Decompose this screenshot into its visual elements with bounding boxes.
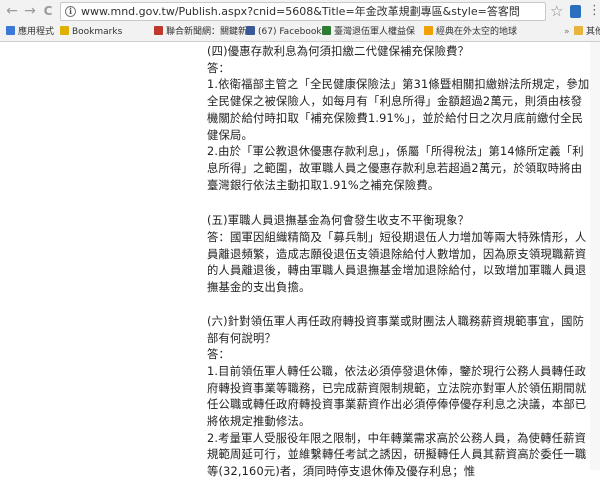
bookmark-apps[interactable]: 應用程式	[6, 26, 54, 39]
bookmark-udn[interactable]: 聯合新聞網：關鍵新	[154, 26, 247, 39]
apps-icon	[6, 26, 15, 35]
question-title: (五)軍職人員退撫基金為何會發生收支不平衡現象？	[207, 214, 470, 228]
bookmark-earth[interactable]: 經典在外太空的地球	[424, 26, 517, 39]
back-button[interactable]: ←	[4, 3, 20, 19]
answer-paragraph: 1.依衛福部主管之「全民健康保險法」第31條暨相關扣繳辦法所規定，參加全民健保之…	[207, 78, 590, 142]
url-text[interactable]: www.mnd.gov.tw/Publish.aspx?cnid=5608&Ti…	[81, 5, 520, 19]
star-folder-icon	[60, 26, 69, 35]
browser-toolbar: ← → C i www.mnd.gov.tw/Publish.aspx?cnid…	[0, 0, 600, 25]
info-icon[interactable]: i	[65, 6, 76, 17]
article-body: (四)優惠存款利息為何須扣繳二代健保補充保險費？ 答： 1.依衛福部主管之「全民…	[207, 44, 593, 481]
bookmark-label: (67) Facebook	[258, 27, 322, 37]
folder-icon	[574, 26, 583, 35]
bookmark-label: 應用程式	[18, 27, 55, 37]
bookmark-star-icon[interactable]: ☆	[550, 3, 563, 19]
site-favicon-icon	[322, 26, 331, 35]
bookmark-facebook[interactable]: (67) Facebook	[246, 26, 322, 39]
answer-label: 答：	[207, 348, 230, 362]
bookmark-veterans[interactable]: 臺灣退伍軍人權益保	[322, 26, 415, 39]
question-title: (六)針對領伍軍人再任政府轉投資事業或財團法人職務薪資規範事宜，國防部有何說明？	[207, 314, 585, 345]
answer-label: 答：	[207, 61, 230, 75]
other-bookmarks[interactable]: 其他書籤	[574, 26, 600, 39]
bookmark-label: 經典在外太空的地球	[436, 27, 518, 37]
answer-paragraph: 2.由於「軍公教退休優惠存款利息」，係屬「所得稅法」第14條所定義「利息所得」之…	[207, 145, 584, 192]
bookmark-bookmarks[interactable]: Bookmarks	[60, 26, 122, 39]
bookmark-label: 其他書籤	[586, 27, 600, 37]
address-bar[interactable]: i www.mnd.gov.tw/Publish.aspx?cnid=5608&…	[60, 2, 546, 21]
bookmark-label: Bookmarks	[72, 27, 123, 37]
answer-paragraph: 1.目前領伍軍人轉任公職，依法必須停發退休俸，鑒於現行公務人員轉任政府轉投資事業…	[207, 364, 587, 429]
bookmark-label: 聯合新聞網：關鍵新	[166, 27, 248, 37]
answer-paragraph: 答：國軍因組織精簡及「募兵制」短役期退伍人力增加等兩大特殊情形，人員離退頻繁，造…	[207, 231, 587, 295]
browser-menu-icon[interactable]: ⋮	[588, 4, 600, 18]
site-favicon-icon	[154, 26, 163, 35]
facebook-icon	[246, 26, 255, 35]
reload-button[interactable]: C	[40, 3, 56, 19]
question-title: (四)優惠存款利息為何須扣繳二代健保補充保險費？	[207, 45, 470, 58]
site-favicon-icon	[424, 26, 433, 35]
bookmarks-bar: 應用程式 Bookmarks 聯合新聞網：關鍵新 (67) Facebook 臺…	[0, 24, 600, 42]
bookmark-label: 臺灣退伍軍人權益保	[334, 27, 416, 37]
more-bookmarks-chevron-icon[interactable]: »	[564, 27, 570, 37]
answer-paragraph: 2.考量軍人受服役年限之限制，中年轉業需求高於公務人員，為使轉任薪資規範周延可行…	[207, 431, 587, 479]
extension-icon[interactable]	[570, 5, 581, 18]
page-scrollbar[interactable]	[590, 42, 600, 470]
forward-button[interactable]: →	[22, 3, 38, 19]
